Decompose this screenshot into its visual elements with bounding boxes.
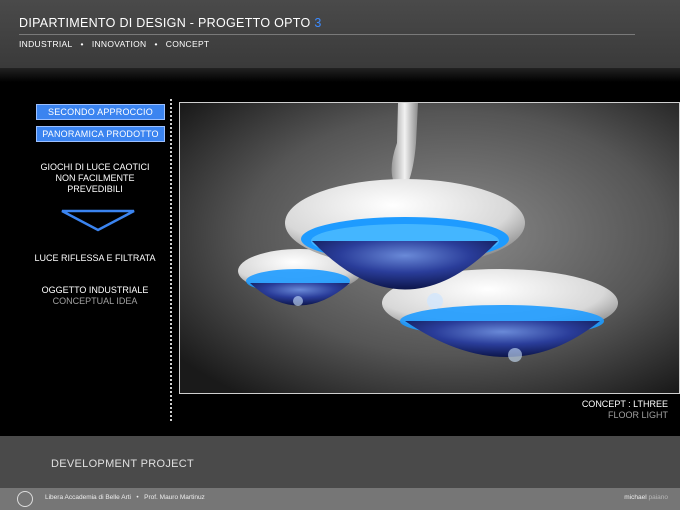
sidebar-object-text: OGGETTO INDUSTRIALE xyxy=(41,285,149,295)
nav-item-industrial[interactable]: INDUSTRIAL xyxy=(19,39,73,49)
sidebar-light-text: LUCE RIFLESSA E FILTRATA xyxy=(34,253,156,263)
product-render xyxy=(179,102,680,394)
header-shadow xyxy=(0,68,680,82)
title-number: 3 xyxy=(314,16,322,30)
footer-title: DEVELOPMENT PROJECT xyxy=(51,458,195,470)
page-title: DIPARTIMENTO DI DESIGN - PROGETTO OPTO 3 xyxy=(19,16,322,30)
triangle-down-icon xyxy=(61,209,135,232)
secondo-approccio-button[interactable]: SECONDO APPROCCIO xyxy=(36,104,165,120)
institution-line: Libera Accademia di Belle Arti • Prof. M… xyxy=(45,494,205,501)
floor-light-caption: FLOOR LIGHT xyxy=(607,410,668,420)
header-divider xyxy=(19,34,635,35)
concept-caption: CONCEPT : LTHREE xyxy=(581,399,668,409)
academy-seal-icon xyxy=(17,491,33,507)
sidebar-concept-text: CONCEPTUAL IDEA xyxy=(52,296,138,306)
author-credit: michael paiano xyxy=(624,494,668,501)
nav-separator: • xyxy=(154,39,158,49)
nav-item-innovation[interactable]: INNOVATION xyxy=(92,39,147,49)
panoramica-prodotto-button[interactable]: PANORAMICA PRODOTTO xyxy=(36,126,165,142)
nav-separator: • xyxy=(80,39,84,49)
subnav: INDUSTRIAL • INNOVATION • CONCEPT xyxy=(19,39,209,49)
nav-item-concept[interactable]: CONCEPT xyxy=(166,39,210,49)
sidebar-description: GIOCHI DI LUCE CAOTICI NON FACILMENTE PR… xyxy=(40,162,150,194)
vertical-dotted-divider xyxy=(170,99,172,421)
